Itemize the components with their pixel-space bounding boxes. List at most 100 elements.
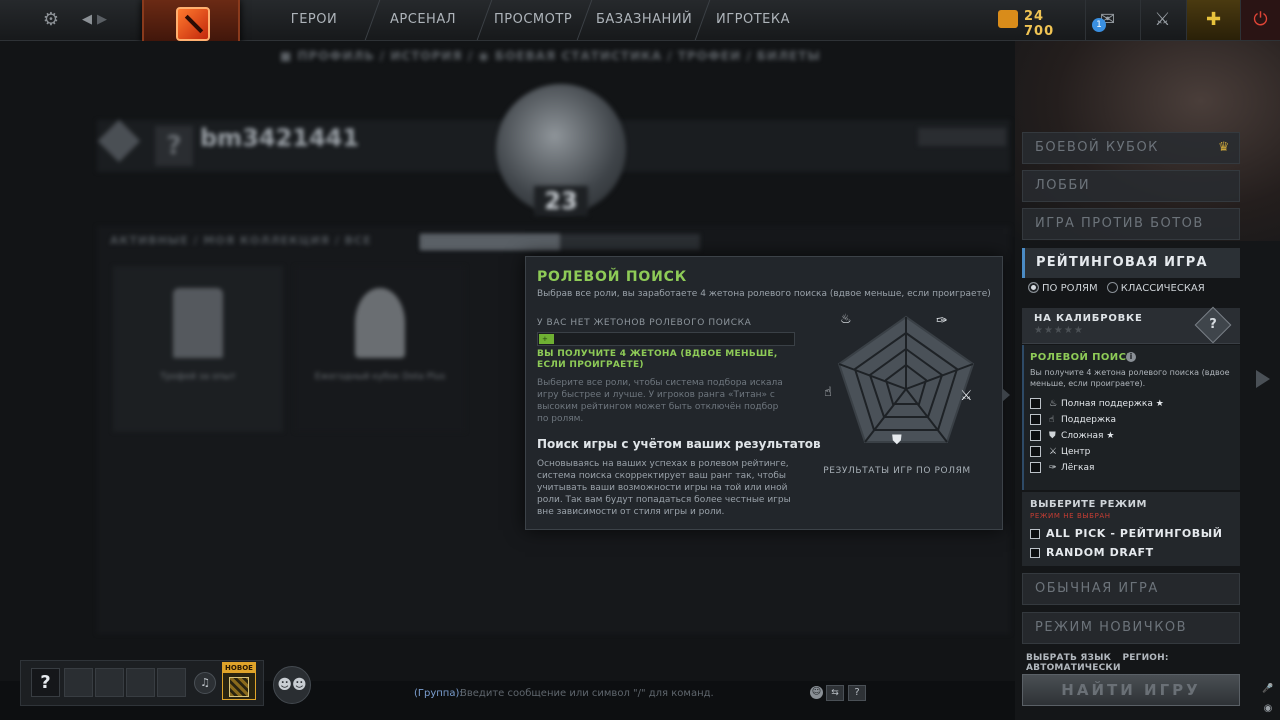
new-item-badge[interactable]: НОВОЕ bbox=[222, 662, 256, 700]
tooltip-pointer bbox=[1002, 388, 1010, 402]
full-support-icon: ♨ bbox=[1049, 399, 1058, 409]
role-search-desc: Вы получите 4 жетона ролевого поиска (вд… bbox=[1030, 368, 1230, 388]
chat-help-icon[interactable]: ? bbox=[848, 685, 866, 701]
gear-icon[interactable]: ⚙ bbox=[36, 0, 66, 40]
ranked-tab[interactable]: РЕЙТИНГОВАЯ ИГРА bbox=[1022, 248, 1240, 278]
notification-badge: 1 bbox=[1092, 18, 1106, 32]
language-region-row: ВЫБРАТЬ ЯЗЫК РЕГИОН: АВТОМАТИЧЕСКИ bbox=[1026, 653, 1241, 673]
microphone-icon[interactable]: 🎤 bbox=[1262, 684, 1274, 696]
checkbox[interactable] bbox=[1030, 398, 1041, 409]
trophy-icon bbox=[173, 288, 223, 358]
mid-icon: ⚔ bbox=[1049, 447, 1058, 457]
dota-logo-icon bbox=[176, 7, 210, 41]
checkbox[interactable] bbox=[1030, 414, 1041, 425]
party-slot-empty[interactable] bbox=[64, 668, 93, 697]
trophy-tabs[interactable]: АКТИВНЫЕ / МОЯ КОЛЛЕКЦИЯ / ВСЕ bbox=[110, 234, 372, 247]
calibration-box: НА КАЛИБРОВКЕ ★★★★★ ? bbox=[1022, 306, 1240, 344]
favorite-star-icon: ★ bbox=[1106, 431, 1115, 441]
role-support[interactable]: ☝ Поддержка bbox=[1030, 414, 1230, 428]
mode-title: ВЫБЕРИТЕ РЕЖИМ bbox=[1030, 499, 1147, 510]
role-full-support[interactable]: ♨ Полная поддержка ★ bbox=[1030, 398, 1230, 412]
tooltip-heading: Поиск игры с учётом ваших результатов bbox=[537, 437, 821, 451]
nav-arcade[interactable]: ИГРОТЕКА bbox=[716, 0, 790, 40]
checkbox[interactable] bbox=[1030, 529, 1040, 539]
target-icon[interactable]: ◉ bbox=[1262, 703, 1274, 715]
battlecup-label: БОЕВОЙ КУБОК bbox=[1035, 140, 1159, 155]
battlecup-button[interactable]: БОЕВОЙ КУБОК ♛ bbox=[1022, 132, 1240, 164]
tokens-bar-fill: + bbox=[539, 334, 554, 344]
new-label: НОВОЕ bbox=[223, 663, 255, 673]
by-roles-radio[interactable]: ПО РОЛЯМ bbox=[1028, 282, 1098, 294]
bots-button[interactable]: ИГРА ПРОТИВ БОТОВ bbox=[1022, 208, 1240, 240]
calibration-rank-icon: ? bbox=[1194, 306, 1232, 344]
back-arrow-icon[interactable]: ◀ bbox=[80, 0, 94, 40]
level-progress-fill bbox=[420, 234, 560, 250]
unranked-button[interactable]: ОБЫЧНАЯ ИГРА bbox=[1022, 573, 1240, 605]
support-icon: ☝ bbox=[1049, 415, 1055, 425]
nav-learn[interactable]: БАЗАЗНАНИЙ bbox=[596, 0, 692, 40]
dota-plus-icon[interactable]: ✚ bbox=[1186, 0, 1240, 40]
offlane-icon: ⛊ bbox=[892, 433, 902, 448]
mail-icon[interactable]: ✉ bbox=[1085, 0, 1129, 40]
calibration-label: НА КАЛИБРОВКЕ bbox=[1034, 313, 1143, 324]
find-match-button[interactable]: НАЙТИ ИГРУ bbox=[1022, 674, 1240, 706]
mid-icon: ⚔ bbox=[960, 388, 973, 404]
party-slot-empty[interactable] bbox=[95, 668, 124, 697]
carry-icon: ✑ bbox=[936, 313, 948, 329]
classic-radio[interactable]: КЛАССИЧЕСКАЯ bbox=[1106, 282, 1205, 294]
nav-heroes[interactable]: ГЕРОИ bbox=[280, 0, 348, 40]
role-mid[interactable]: ⚔ Центр bbox=[1030, 446, 1230, 460]
tooltip-title: РОЛЕВОЙ ПОИСК bbox=[537, 269, 687, 285]
tokens-bar: + bbox=[537, 332, 795, 346]
avatar[interactable]: ? bbox=[155, 126, 193, 166]
profile-action-button[interactable] bbox=[918, 128, 1006, 146]
roles-hint-text: Выберите все роли, чтобы система подбора… bbox=[537, 378, 783, 424]
carry-icon: ✑ bbox=[1049, 463, 1057, 473]
tooltip-description: Основываясь на ваших успехах в ролевом р… bbox=[537, 459, 791, 517]
offlane-icon: ⛊ bbox=[1049, 431, 1056, 441]
party-slot-empty[interactable] bbox=[126, 668, 155, 697]
tokens-reward-text: ВЫ ПОЛУЧИТЕ 4 ЖЕТОНА (ВДВОЕ МЕНЬШЕ, ЕСЛИ… bbox=[537, 349, 778, 370]
radar-label: РЕЗУЛЬТАТЫ ИГР ПО РОЛЯМ bbox=[823, 466, 971, 476]
friends-icon[interactable]: ☻☻ bbox=[273, 666, 311, 704]
language-link[interactable]: ВЫБРАТЬ ЯЗЫК bbox=[1026, 653, 1111, 663]
radio-on-icon bbox=[1028, 282, 1039, 293]
next-arrow-icon[interactable] bbox=[1256, 370, 1270, 388]
no-tokens-label: У ВАС НЕТ ЖЕТОНОВ РОЛЕВОГО ПОИСКА bbox=[537, 318, 752, 328]
headset-icon[interactable]: ♫ bbox=[194, 672, 216, 694]
armory-icon[interactable]: ⚔ bbox=[1140, 0, 1184, 40]
chat-input[interactable]: Введите сообщение или символ "/" для ком… bbox=[460, 688, 714, 699]
power-icon[interactable]: ⏻ bbox=[1240, 0, 1280, 40]
shards-icon bbox=[998, 10, 1018, 28]
checkbox[interactable] bbox=[1030, 548, 1040, 558]
mode-random-draft[interactable]: RANDOM DRAFT bbox=[1030, 546, 1230, 560]
role-offlane[interactable]: ⛊ Сложная ★ bbox=[1030, 430, 1230, 444]
emoji-icon[interactable]: ☺ bbox=[810, 686, 823, 699]
mode-all-pick[interactable]: ALL PICK - РЕЙТИНГОВЫЙ bbox=[1030, 527, 1230, 541]
trophy-card[interactable]: Ежегодный кубок Dota Plus bbox=[295, 266, 465, 432]
favorite-star-icon: ★ bbox=[1155, 399, 1164, 409]
newbie-button[interactable]: РЕЖИМ НОВИЧКОВ bbox=[1022, 612, 1240, 644]
forward-arrow-icon[interactable]: ▶ bbox=[95, 0, 109, 40]
shards-amount: 24 700 bbox=[1024, 9, 1055, 39]
shards-counter[interactable]: 24 700 bbox=[998, 8, 1078, 39]
chat-wheel-icon[interactable]: ⇆ bbox=[826, 685, 844, 701]
nav-armory[interactable]: АРСЕНАЛ bbox=[382, 0, 464, 40]
trophy-icon: ♛ bbox=[1217, 140, 1231, 155]
profile-subnav[interactable]: ■ ПРОФИЛЬ / ИСТОРИЯ / ◉ БОЕВАЯ СТАТИСТИК… bbox=[280, 49, 920, 69]
checkbox[interactable] bbox=[1030, 446, 1041, 457]
tooltip-subtitle: Выбрав все роли, вы заработаете 4 жетона… bbox=[537, 289, 991, 299]
checkbox[interactable] bbox=[1030, 462, 1041, 473]
trophy-label: Ежегодный кубок Dota Plus bbox=[314, 372, 446, 382]
rank-number: 23 bbox=[534, 186, 588, 216]
party-slot-empty[interactable] bbox=[157, 668, 186, 697]
trophy-card[interactable]: Трофей за опыт bbox=[113, 266, 283, 432]
info-icon[interactable]: i bbox=[1126, 352, 1136, 362]
role-carry[interactable]: ✑ Лёгкая bbox=[1030, 462, 1230, 476]
queue-type-selector: ПО РОЛЯМ КЛАССИЧЕСКАЯ bbox=[1028, 282, 1240, 298]
nav-watch[interactable]: ПРОСМОТР bbox=[494, 0, 572, 40]
new-item-icon bbox=[229, 677, 249, 697]
checkbox[interactable] bbox=[1030, 430, 1041, 441]
lobby-button[interactable]: ЛОББИ bbox=[1022, 170, 1240, 202]
party-slot-self[interactable]: ? bbox=[31, 668, 60, 697]
